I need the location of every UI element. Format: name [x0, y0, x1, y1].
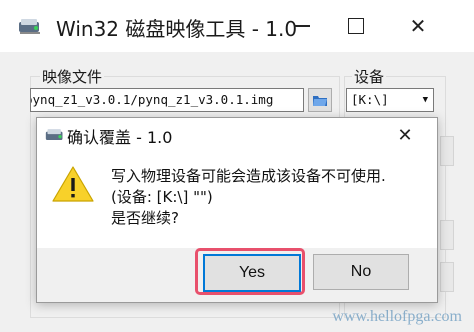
disk-imager-icon: [45, 129, 63, 140]
dialog-title: 确认覆盖 - 1.0: [67, 128, 173, 147]
maximize-button[interactable]: [336, 10, 376, 42]
image-file-label: 映像文件: [40, 66, 105, 87]
background-control: [440, 136, 454, 166]
device-selected-value: [K:\]: [351, 92, 389, 107]
close-icon: ✕: [397, 124, 413, 146]
minimize-button[interactable]: [282, 10, 322, 42]
background-control: [440, 262, 454, 292]
dialog-title-bar: 确认覆盖 - 1.0 ✕: [37, 118, 437, 152]
window-title: Win32 磁盘映像工具 - 1.0: [56, 17, 298, 41]
device-label: 设备: [352, 66, 387, 87]
watermark-text: www.hellofpga.com: [332, 308, 462, 325]
image-path-input[interactable]: pynq_z1_v3.0.1/pynq_z1_v3.0.1.img: [30, 88, 304, 112]
close-button[interactable]: ✕: [398, 10, 438, 42]
message-line: 是否继续?: [111, 209, 179, 227]
message-line: (设备: [K:\] ""): [111, 188, 213, 206]
warning-icon: [52, 166, 94, 202]
dialog-body: 写入物理设备可能会造成该设备不可使用. (设备: [K:\] "") 是否继续?: [37, 152, 437, 248]
disk-imager-icon: [19, 19, 40, 34]
maximize-icon: [348, 18, 364, 34]
background-control: [440, 220, 454, 250]
title-bar: Win32 磁盘映像工具 - 1.0 ✕: [0, 0, 474, 52]
dialog-close-button[interactable]: ✕: [391, 122, 419, 148]
confirm-overwrite-dialog: 确认覆盖 - 1.0 ✕ 写入物理设备可能会造成该设备不可使用. (设备: [K…: [36, 117, 438, 303]
message-line: 写入物理设备可能会造成该设备不可使用.: [111, 167, 386, 185]
device-select[interactable]: [K:\] ▼: [346, 88, 434, 112]
minimize-icon: [294, 25, 310, 27]
close-icon: ✕: [409, 14, 427, 38]
folder-icon: [313, 96, 327, 106]
dialog-message: 写入物理设备可能会造成该设备不可使用. (设备: [K:\] "") 是否继续?: [111, 166, 386, 229]
yes-button-highlight: [195, 248, 305, 295]
no-button[interactable]: No: [313, 254, 409, 290]
chevron-down-icon: ▼: [422, 95, 428, 105]
browse-button[interactable]: [308, 88, 332, 112]
